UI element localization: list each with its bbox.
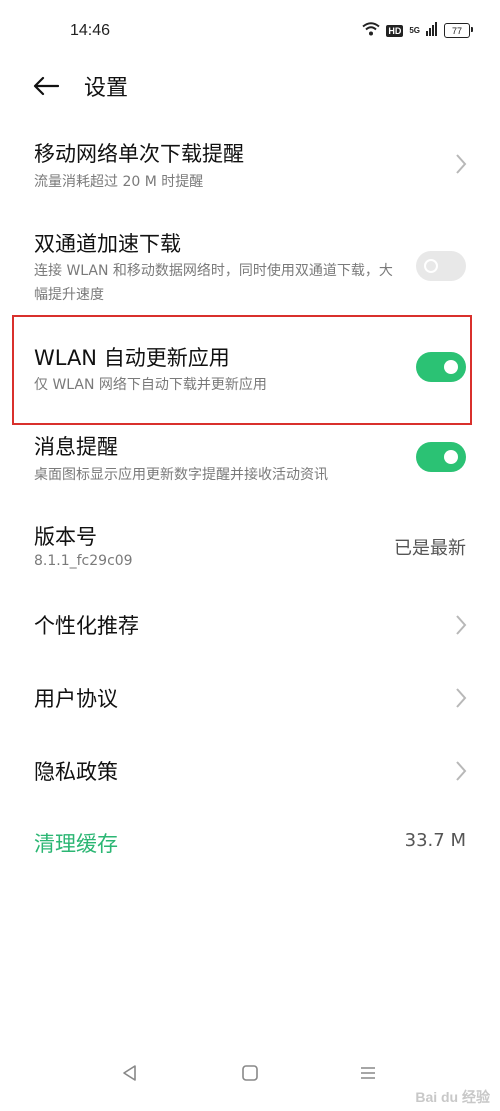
page-title: 设置 (84, 76, 129, 101)
setting-wlan-auto-update: WLAN 自动更新应用 仅 WLAN 网络下自动下载并更新应用 (0, 330, 500, 410)
setting-title: 个性化推荐 (34, 614, 139, 638)
setting-clear-cache[interactable]: 清理缓存 33.7 M (0, 818, 500, 868)
setting-mobile-download[interactable]: 移动网络单次下载提醒 流量消耗超过 20 M 时提醒 (0, 130, 500, 200)
chevron-right-icon (456, 154, 467, 174)
setting-title: WLAN 自动更新应用 (34, 346, 230, 370)
setting-title: 用户协议 (34, 687, 118, 711)
system-nav-bar: Bai du 经验 (0, 1051, 500, 1111)
notification-toggle[interactable] (416, 442, 466, 472)
setting-subtitle: 连接 WLAN 和移动数据网络时，同时使用双通道下载，大幅提升速度 (34, 263, 393, 303)
nav-home-button[interactable] (238, 1061, 262, 1085)
setting-title: 移动网络单次下载提醒 (34, 142, 244, 166)
toggle-knob (444, 450, 458, 464)
header: 设置 (0, 60, 500, 112)
hd-badge: HD (386, 24, 404, 37)
nav-menu-button[interactable] (356, 1061, 380, 1085)
version-status: 已是最新 (394, 538, 466, 559)
battery-icon: 77 (444, 23, 473, 38)
clear-cache-label: 清理缓存 (34, 832, 118, 856)
chevron-right-icon (456, 688, 467, 708)
nav-back-button[interactable] (118, 1061, 142, 1085)
back-arrow-icon (33, 76, 59, 96)
setting-version: 版本号 8.1.1_fc29c09 已是最新 (0, 515, 500, 585)
triangle-back-icon (123, 1065, 136, 1081)
cache-size: 33.7 M (404, 830, 466, 851)
watermark-logo: Bai du 经验 (415, 1089, 490, 1105)
status-icons: HD 5G 77 (362, 22, 473, 39)
setting-subtitle: 桌面图标显示应用更新数字提醒并接收活动资讯 (34, 467, 328, 483)
setting-title: 消息提醒 (34, 435, 118, 459)
setting-privacy[interactable]: 隐私政策 (0, 746, 500, 796)
signal-icon (426, 22, 438, 39)
status-time: 14:46 (70, 22, 111, 39)
chevron-right-icon (456, 761, 467, 781)
setting-title: 双通道加速下载 (34, 232, 181, 256)
square-home-icon (242, 1065, 258, 1081)
chevron-right-icon (456, 615, 467, 635)
wifi-icon (362, 22, 380, 39)
setting-title: 隐私政策 (34, 760, 118, 784)
network-type: 5G (409, 25, 420, 35)
setting-dual-channel: 双通道加速下载 连接 WLAN 和移动数据网络时，同时使用双通道下载，大幅提升速… (0, 220, 500, 310)
setting-personalized[interactable]: 个性化推荐 (0, 600, 500, 650)
setting-user-agreement[interactable]: 用户协议 (0, 673, 500, 723)
status-bar: 14:46 HD 5G 77 (0, 0, 500, 60)
menu-icon (361, 1067, 375, 1079)
setting-title: 版本号 (34, 525, 97, 549)
setting-subtitle: 仅 WLAN 网络下自动下载并更新应用 (34, 377, 267, 393)
setting-subtitle: 流量消耗超过 20 M 时提醒 (34, 174, 204, 190)
dual-channel-toggle[interactable] (416, 251, 466, 281)
back-button[interactable] (28, 68, 64, 104)
version-number: 8.1.1_fc29c09 (34, 553, 133, 569)
setting-notification: 消息提醒 桌面图标显示应用更新数字提醒并接收活动资讯 (0, 425, 500, 495)
wlan-auto-update-toggle[interactable] (416, 352, 466, 382)
toggle-knob (424, 259, 438, 273)
toggle-knob (444, 360, 458, 374)
